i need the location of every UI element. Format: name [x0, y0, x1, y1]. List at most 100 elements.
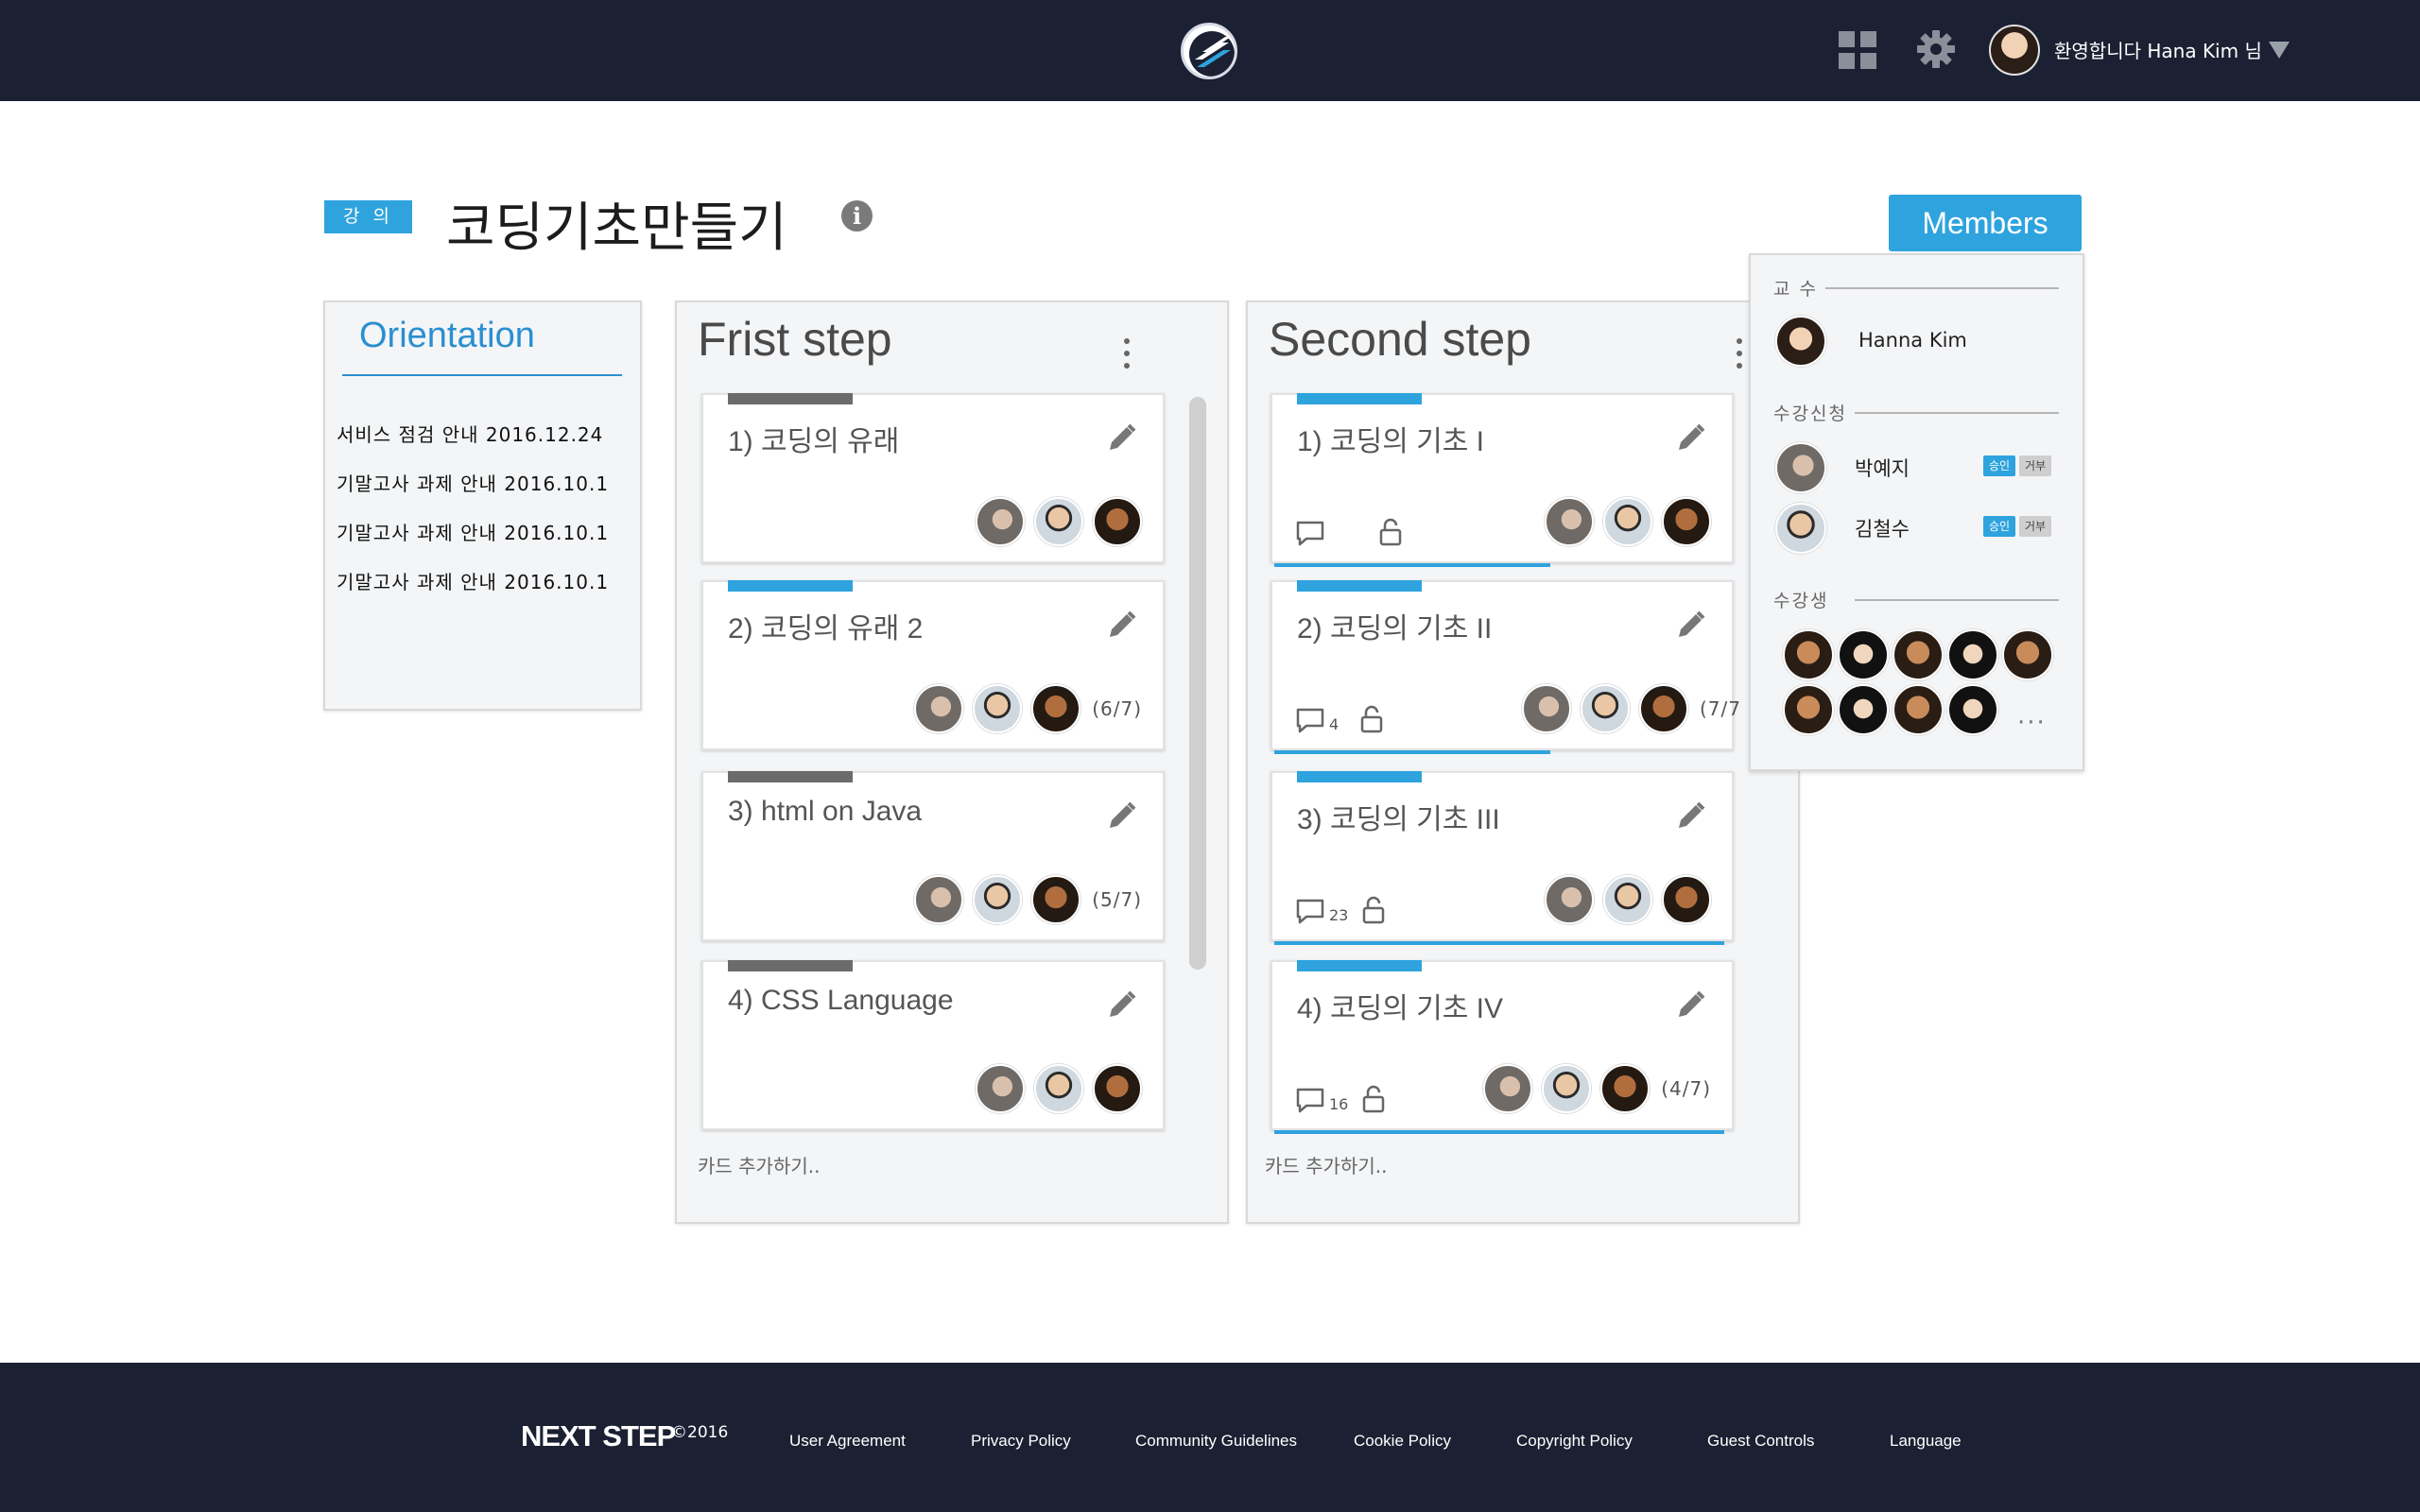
- avatar: [976, 497, 1025, 546]
- completion-count: (7/7: [1700, 697, 1741, 720]
- card[interactable]: 3) 코딩의 기초 III 23: [1270, 771, 1734, 945]
- unlock-icon[interactable]: [1361, 896, 1386, 924]
- pencil-icon[interactable]: [1106, 609, 1138, 641]
- pencil-icon[interactable]: [1106, 988, 1138, 1021]
- pencil-icon[interactable]: [1675, 988, 1707, 1021]
- info-icon[interactable]: i: [841, 200, 873, 232]
- gear-icon[interactable]: [1915, 28, 1957, 70]
- unlock-icon[interactable]: [1378, 518, 1403, 546]
- student-avatar[interactable]: [1893, 684, 1944, 735]
- student-avatar[interactable]: [1783, 684, 1834, 735]
- add-card-link[interactable]: 카드 추가하기..: [1265, 1151, 1387, 1178]
- members-button[interactable]: Members: [1889, 195, 2082, 251]
- add-card-link[interactable]: 카드 추가하기..: [698, 1151, 820, 1178]
- avatar[interactable]: [1775, 503, 1826, 554]
- applicant-name: 김철수: [1855, 518, 1910, 541]
- avatar: [1093, 497, 1142, 546]
- card-title: 2) 코딩의 기초 II: [1297, 613, 1493, 644]
- student-avatar[interactable]: [1893, 629, 1944, 680]
- user-avatar[interactable]: [1989, 25, 2040, 76]
- avatar: [914, 684, 964, 733]
- section-divider: [1855, 599, 2059, 601]
- card-title: 1) 코딩의 유래: [728, 426, 900, 457]
- professor-label: 교 수: [1773, 275, 1825, 301]
- more-horizontal-icon[interactable]: ···: [2017, 709, 2047, 737]
- student-avatar[interactable]: [2002, 629, 2053, 680]
- card-meta: [1295, 518, 1403, 546]
- comment-icon[interactable]: [1295, 898, 1325, 924]
- applicants-label: 수강신청: [1773, 400, 1855, 425]
- unlock-icon[interactable]: [1359, 705, 1384, 733]
- more-vertical-icon[interactable]: [1736, 338, 1743, 369]
- notice-item[interactable]: 서비스 점검 안내 2016.12.24: [337, 420, 603, 447]
- card-label-tag: [728, 580, 853, 592]
- footer-link-community-guidelines[interactable]: Community Guidelines: [1135, 1432, 1297, 1451]
- student-avatar[interactable]: [1783, 629, 1834, 680]
- student-avatar[interactable]: [1947, 629, 1998, 680]
- footer-link-language[interactable]: Language: [1890, 1432, 1962, 1451]
- pencil-icon[interactable]: [1106, 421, 1138, 454]
- card[interactable]: 2) 코딩의 기초 II 4 (7/7: [1270, 580, 1740, 754]
- card-progress-bar: [1274, 1130, 1725, 1134]
- completion-count: (5/7): [1092, 888, 1142, 911]
- card-title: 3) html on Java: [728, 796, 923, 827]
- pencil-icon[interactable]: [1675, 421, 1707, 454]
- pencil-icon[interactable]: [1675, 799, 1707, 832]
- student-avatar[interactable]: [1947, 684, 1998, 735]
- list-scrollbar[interactable]: [1189, 397, 1206, 970]
- comment-icon[interactable]: [1295, 1087, 1325, 1113]
- avatar: [1542, 1064, 1592, 1113]
- reject-button[interactable]: 거부: [2019, 455, 2051, 476]
- orientation-divider: [342, 374, 622, 376]
- footer-link-copyright-policy[interactable]: Copyright Policy: [1516, 1432, 1633, 1451]
- caret-down-icon[interactable]: [2269, 42, 2290, 59]
- student-avatar[interactable]: [1838, 629, 1889, 680]
- grid-icon[interactable]: [1839, 31, 1876, 69]
- student-avatar[interactable]: [1838, 684, 1889, 735]
- reject-button[interactable]: 거부: [2019, 516, 2051, 537]
- avatar[interactable]: [1775, 442, 1826, 493]
- card[interactable]: 1) 코딩의 기초 I: [1270, 393, 1734, 567]
- notice-item[interactable]: 기말고사 과제 안내 2016.10.1: [337, 518, 609, 545]
- comment-count: 4: [1329, 715, 1340, 733]
- approve-button[interactable]: 승인: [1983, 455, 2015, 476]
- nextstep-logo-icon[interactable]: [1181, 23, 1237, 79]
- card-label-tag: [1297, 960, 1422, 971]
- footer-link-guest-controls[interactable]: Guest Controls: [1707, 1432, 1814, 1451]
- avatar: [973, 875, 1023, 924]
- card-label-tag: [728, 393, 853, 404]
- avatar[interactable]: [1775, 316, 1826, 367]
- footer-brand: NEXT STEP: [521, 1419, 676, 1452]
- footer: NEXT STEP ©2016 User Agreement Privacy P…: [0, 1363, 2420, 1512]
- card-members: (7/7: [1512, 684, 1741, 733]
- card[interactable]: 3) html on Java (5/7): [701, 771, 1165, 941]
- list-title: Frist step: [698, 313, 892, 366]
- avatar: [1545, 497, 1594, 546]
- footer-link-cookie-policy[interactable]: Cookie Policy: [1354, 1432, 1451, 1451]
- comment-icon[interactable]: [1295, 520, 1325, 546]
- pencil-icon[interactable]: [1106, 799, 1138, 832]
- unlock-icon[interactable]: [1361, 1085, 1386, 1113]
- footer-link-user-agreement[interactable]: User Agreement: [789, 1432, 906, 1451]
- list-title: Second step: [1269, 313, 1531, 366]
- card[interactable]: 4) CSS Language: [701, 960, 1165, 1130]
- avatar: [1031, 875, 1081, 924]
- avatar: [1093, 1064, 1142, 1113]
- card-label-tag: [1297, 580, 1422, 592]
- pencil-icon[interactable]: [1675, 609, 1707, 641]
- applicant-name: 박예지: [1855, 457, 1910, 480]
- approve-button[interactable]: 승인: [1983, 516, 2015, 537]
- card[interactable]: 1) 코딩의 유래: [701, 393, 1165, 563]
- card-meta: 16: [1295, 1085, 1386, 1113]
- more-vertical-icon[interactable]: [1123, 338, 1131, 369]
- comment-icon[interactable]: [1295, 707, 1325, 733]
- notice-item[interactable]: 기말고사 과제 안내 2016.10.1: [337, 567, 609, 594]
- card[interactable]: 2) 코딩의 유래 2 (6/7): [701, 580, 1165, 750]
- notice-item[interactable]: 기말고사 과제 안내 2016.10.1: [337, 469, 609, 496]
- avatar: [1600, 1064, 1651, 1113]
- card-label-tag: [1297, 393, 1422, 404]
- card[interactable]: 4) 코딩의 기초 IV 16 (4/7): [1270, 960, 1734, 1134]
- footer-link-privacy-policy[interactable]: Privacy Policy: [971, 1432, 1071, 1451]
- footer-copyright: ©2016: [671, 1423, 729, 1442]
- card-progress-bar: [1274, 563, 1550, 567]
